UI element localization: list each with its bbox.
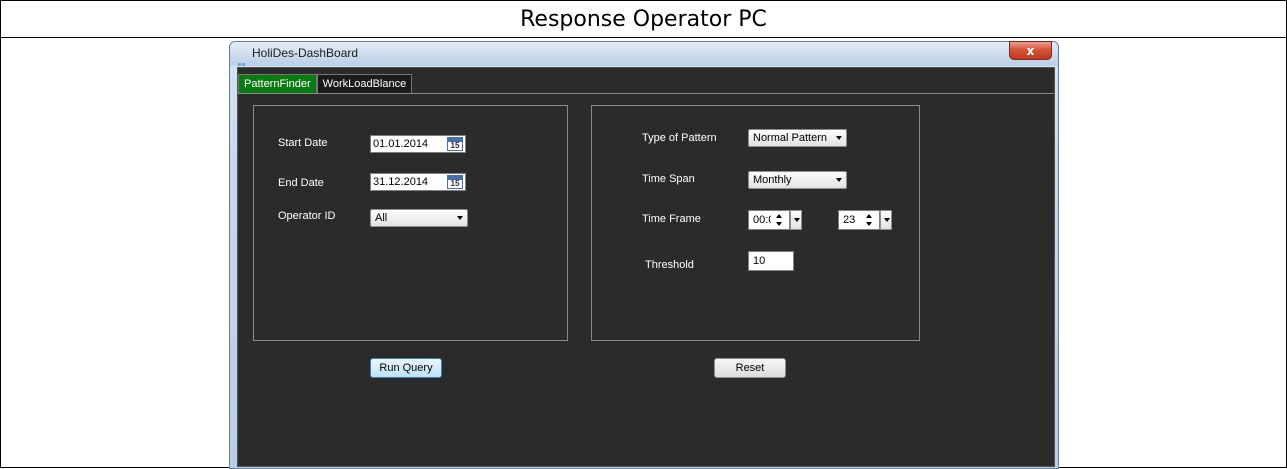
- threshold-label: Threshold: [645, 259, 694, 271]
- title-bar[interactable]: HoliDes-DashBoard x: [230, 41, 1058, 66]
- start-date-picker[interactable]: 01.01.2014 15: [370, 135, 466, 153]
- time-frame-start-combo[interactable]: [790, 210, 802, 230]
- pattern-type-label: Type of Pattern: [642, 132, 717, 144]
- app-window: HoliDes-DashBoard x PatternFinder WorkLo…: [229, 41, 1059, 469]
- tab-patternfinder[interactable]: PatternFinder: [238, 74, 317, 93]
- chevron-down-icon: [884, 218, 890, 222]
- end-date-label: End Date: [278, 177, 324, 189]
- time-frame-start-value: 00:00: [753, 214, 771, 226]
- time-frame-end-combo[interactable]: [880, 210, 892, 230]
- time-span-label: Time Span: [642, 173, 695, 185]
- end-date-picker[interactable]: 31.12.2014 15: [370, 173, 466, 191]
- operator-id-combo[interactable]: All: [370, 209, 468, 227]
- tab-strip: PatternFinder WorkLoadBlance: [238, 74, 413, 94]
- document-frame: Response Operator PC HoliDes-DashBoard x…: [0, 0, 1287, 469]
- time-frame-label: Time Frame: [642, 213, 701, 225]
- calendar-icon[interactable]: 15: [447, 137, 463, 151]
- spin-down-icon[interactable]: [776, 222, 782, 226]
- pattern-type-combo[interactable]: Normal Pattern: [748, 129, 847, 147]
- chevron-down-icon: [836, 136, 842, 140]
- time-frame-end-spinner[interactable]: [863, 210, 875, 230]
- chevron-down-icon: [794, 218, 800, 222]
- threshold-input[interactable]: 10: [748, 251, 794, 271]
- time-frame-end-input[interactable]: 23: [838, 210, 880, 230]
- chevron-down-icon: [457, 216, 463, 220]
- calendar-icon-number: 15: [450, 179, 460, 188]
- operator-id-value: All: [375, 212, 388, 224]
- left-groupbox: Start Date 01.01.2014 15 End Date 31.12.…: [253, 105, 568, 341]
- time-frame-end-value: 23: [843, 214, 856, 226]
- app-icon: [238, 51, 248, 66]
- spin-up-icon[interactable]: [866, 214, 872, 218]
- close-button[interactable]: x: [1009, 41, 1052, 60]
- operator-id-label: Operator ID: [278, 210, 336, 222]
- calendar-icon-number: 15: [450, 141, 460, 150]
- run-query-button[interactable]: Run Query: [370, 358, 442, 378]
- time-span-combo[interactable]: Monthly: [748, 171, 847, 189]
- pattern-type-value: Normal Pattern: [753, 132, 827, 144]
- right-groupbox: Type of Pattern Normal Pattern Time Span…: [591, 105, 920, 341]
- time-frame-start-input[interactable]: 00:00: [748, 210, 790, 230]
- end-date-value: 31.12.2014: [373, 176, 429, 188]
- time-span-value: Monthly: [753, 174, 792, 186]
- start-date-label: Start Date: [278, 137, 328, 149]
- tab-divider: [238, 93, 1054, 94]
- client-area: PatternFinder WorkLoadBlance Start Date …: [237, 67, 1055, 467]
- time-frame-start-spinner[interactable]: [773, 210, 785, 230]
- calendar-icon[interactable]: 15: [447, 175, 463, 189]
- threshold-value: 10: [753, 255, 766, 267]
- spin-down-icon[interactable]: [866, 222, 872, 226]
- window-title: HoliDes-DashBoard: [252, 46, 359, 60]
- start-date-value: 01.01.2014: [373, 138, 429, 150]
- figure-caption: Response Operator PC: [1, 1, 1286, 38]
- tab-workloadblance[interactable]: WorkLoadBlance: [316, 74, 413, 93]
- chevron-down-icon: [836, 178, 842, 182]
- spin-up-icon[interactable]: [776, 214, 782, 218]
- reset-button[interactable]: Reset: [714, 358, 786, 378]
